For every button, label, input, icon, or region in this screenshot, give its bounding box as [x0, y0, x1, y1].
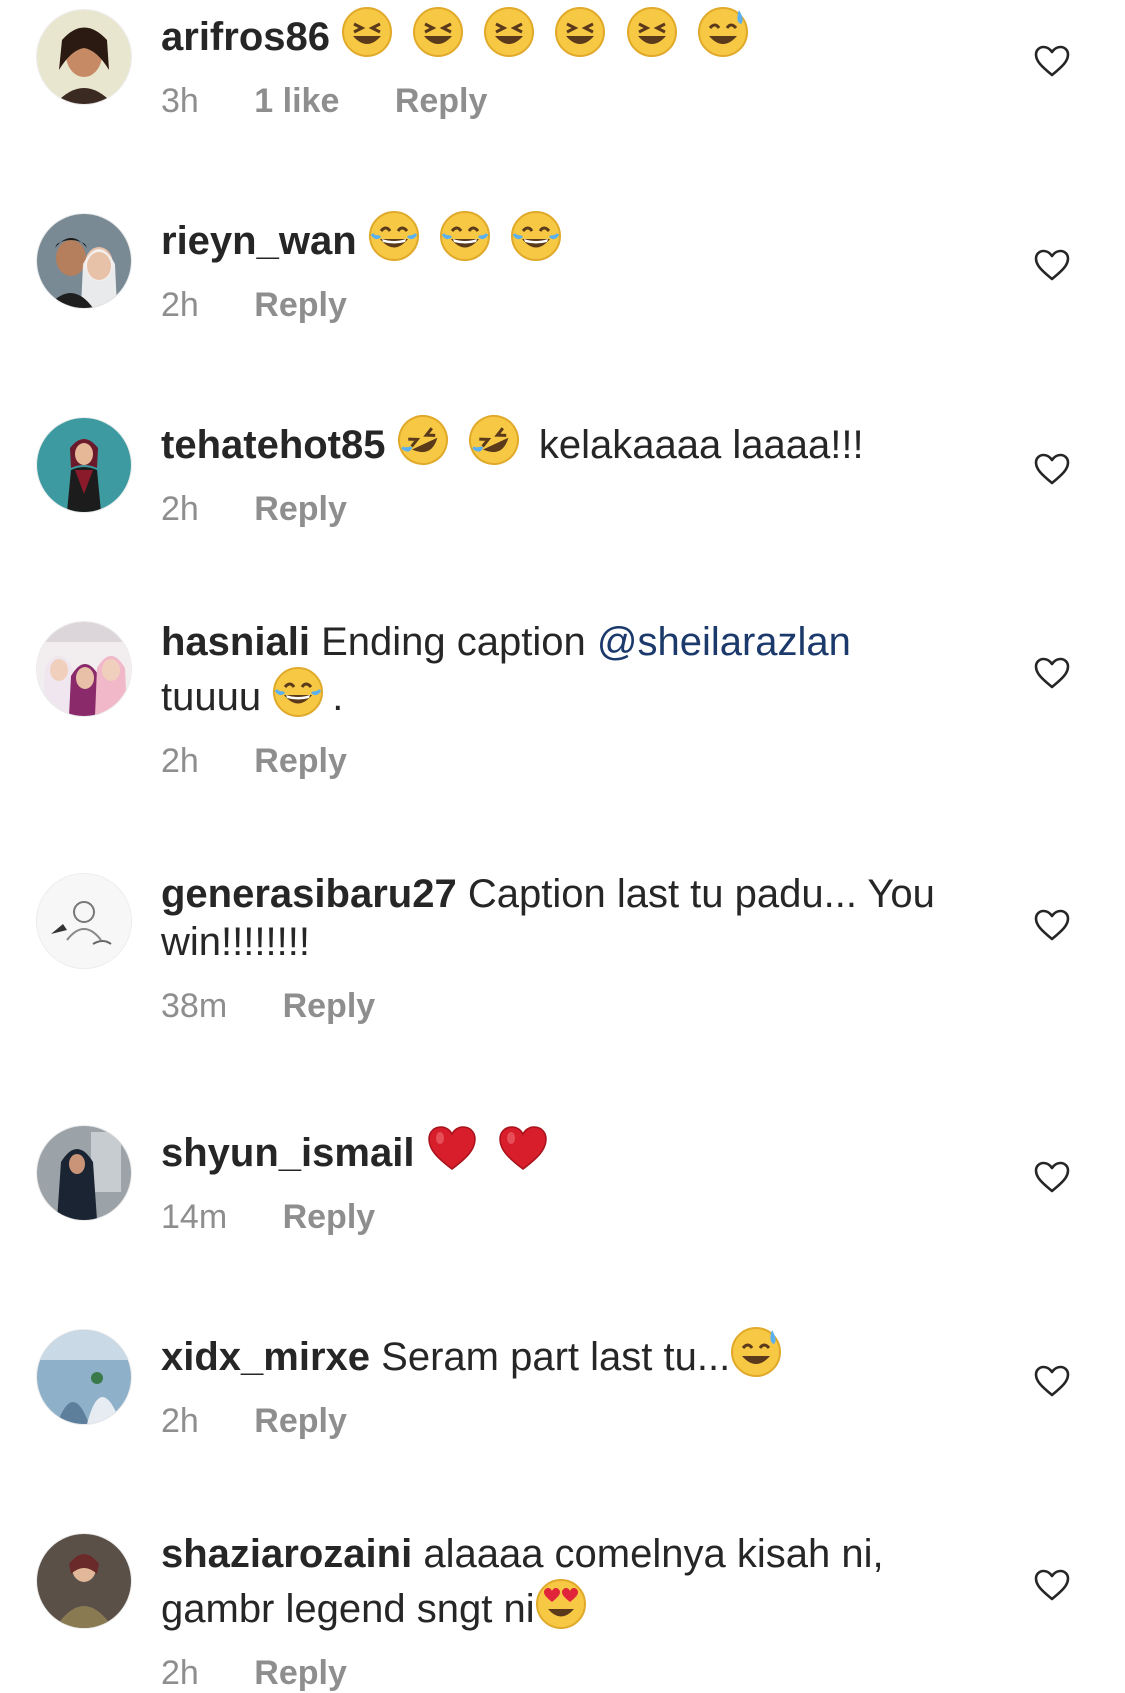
- comment-body: rieyn_wan 2h Reply: [161, 210, 941, 325]
- reply-button[interactable]: Reply: [283, 986, 376, 1026]
- comment-message-continued: tuuuu: [161, 675, 262, 719]
- heart-icon[interactable]: [1033, 656, 1071, 690]
- comment-text: shyun_ismail: [161, 1122, 941, 1177]
- comment-body: hasniali Ending caption @sheilarazlan tu…: [161, 618, 941, 781]
- comment-body: xidx_mirxe Seram part last tu... 2h Repl…: [161, 1326, 941, 1441]
- comment-username[interactable]: generasibaru27: [161, 872, 457, 916]
- sweat-smile-emoji-icon: [730, 1326, 782, 1378]
- red-heart-emoji-icon: [426, 1122, 478, 1174]
- comment-meta: 38m Reply: [161, 986, 941, 1026]
- comment-time: 14m: [161, 1198, 228, 1236]
- comment-time: 2h: [161, 742, 199, 780]
- comment-meta: 2h Reply: [161, 489, 941, 529]
- heart-icon[interactable]: [1033, 1568, 1071, 1602]
- reply-button[interactable]: Reply: [254, 1401, 347, 1441]
- comment-username[interactable]: shyun_ismail: [161, 1131, 414, 1175]
- tears-of-joy-emoji-icon: [368, 210, 420, 262]
- reply-button[interactable]: Reply: [254, 489, 347, 529]
- comment-time: 3h: [161, 82, 199, 120]
- comment-meta: 2h Reply: [161, 285, 941, 325]
- comment-text: hasniali Ending caption @sheilarazlan tu…: [161, 618, 941, 721]
- heart-icon[interactable]: [1033, 1160, 1071, 1194]
- heart-eyes-emoji-icon: [535, 1578, 587, 1630]
- grinning-squinting-emoji-icon: [412, 6, 464, 58]
- comment-time: 38m: [161, 987, 228, 1025]
- comment-username[interactable]: hasniali: [161, 620, 310, 664]
- comment-time: 2h: [161, 490, 199, 528]
- heart-icon[interactable]: [1033, 908, 1071, 942]
- grinning-squinting-emoji-icon: [341, 6, 393, 58]
- comment-body: shyun_ismail 14m Reply: [161, 1122, 941, 1237]
- comment-username[interactable]: rieyn_wan: [161, 219, 357, 263]
- heart-icon[interactable]: [1033, 452, 1071, 486]
- grinning-squinting-emoji-icon: [483, 6, 535, 58]
- comment-username[interactable]: tehatehot85: [161, 423, 386, 467]
- comment-meta: 2h Reply: [161, 1653, 941, 1693]
- comment-body: generasibaru27 Caption last tu padu... Y…: [161, 870, 941, 1026]
- comment-text: arifros86: [161, 6, 941, 61]
- comment-text: rieyn_wan: [161, 210, 941, 265]
- comment-suffix: .: [332, 675, 344, 719]
- comment-text: xidx_mirxe Seram part last tu...: [161, 1326, 941, 1381]
- reply-button[interactable]: Reply: [254, 741, 347, 781]
- reply-button[interactable]: Reply: [254, 1653, 347, 1693]
- avatar[interactable]: [37, 874, 131, 968]
- comment-username[interactable]: xidx_mirxe: [161, 1335, 370, 1379]
- tears-of-joy-emoji-icon: [510, 210, 562, 262]
- avatar[interactable]: [37, 1126, 131, 1220]
- comment-body: shaziarozaini alaaaa comelnya kisah ni, …: [161, 1530, 941, 1693]
- tears-of-joy-emoji-icon: [439, 210, 491, 262]
- comment-message: Ending caption: [321, 620, 586, 664]
- comment-message: kelakaaaa laaaa!!!: [538, 423, 864, 467]
- red-heart-emoji-icon: [497, 1122, 549, 1174]
- heart-icon[interactable]: [1033, 44, 1071, 78]
- comment-text: tehatehot85 kelakaaaa laaaa!!!: [161, 414, 941, 469]
- comment-time: 2h: [161, 1402, 199, 1440]
- comment-username[interactable]: shaziarozaini: [161, 1532, 412, 1576]
- sweat-smile-emoji-icon: [697, 6, 749, 58]
- reply-button[interactable]: Reply: [395, 81, 488, 121]
- rolling-laughing-emoji-icon: [468, 414, 520, 466]
- comment-meta: 14m Reply: [161, 1197, 941, 1237]
- comment-time: 2h: [161, 286, 199, 324]
- heart-icon[interactable]: [1033, 1364, 1071, 1398]
- reply-button[interactable]: Reply: [283, 1197, 376, 1237]
- avatar[interactable]: [37, 1534, 131, 1628]
- comment-text: generasibaru27 Caption last tu padu... Y…: [161, 870, 941, 966]
- grinning-squinting-emoji-icon: [554, 6, 606, 58]
- comment-meta: 3h 1 like Reply: [161, 81, 941, 121]
- comment-likes-count[interactable]: 1 like: [254, 81, 339, 121]
- comment-text: shaziarozaini alaaaa comelnya kisah ni, …: [161, 1530, 941, 1633]
- grinning-squinting-emoji-icon: [626, 6, 678, 58]
- avatar[interactable]: [37, 214, 131, 308]
- avatar[interactable]: [37, 10, 131, 104]
- emoji-row: [341, 7, 757, 59]
- mention-link[interactable]: @sheilarazlan: [597, 620, 851, 664]
- comment-meta: 2h Reply: [161, 741, 941, 781]
- reply-button[interactable]: Reply: [254, 285, 347, 325]
- comment-username[interactable]: arifros86: [161, 15, 330, 59]
- rolling-laughing-emoji-icon: [397, 414, 449, 466]
- comment-body: tehatehot85 kelakaaaa laaaa!!! 2h Reply: [161, 414, 941, 529]
- comment-message: Seram part last tu...: [381, 1335, 731, 1379]
- comment-body: arifros86 3h 1 like Reply: [161, 6, 941, 121]
- comment-meta: 2h Reply: [161, 1401, 941, 1441]
- avatar[interactable]: [37, 1330, 131, 1424]
- avatar[interactable]: [37, 622, 131, 716]
- comment-time: 2h: [161, 1654, 199, 1692]
- avatar[interactable]: [37, 418, 131, 512]
- heart-icon[interactable]: [1033, 248, 1071, 282]
- tears-of-joy-emoji-icon: [272, 666, 324, 718]
